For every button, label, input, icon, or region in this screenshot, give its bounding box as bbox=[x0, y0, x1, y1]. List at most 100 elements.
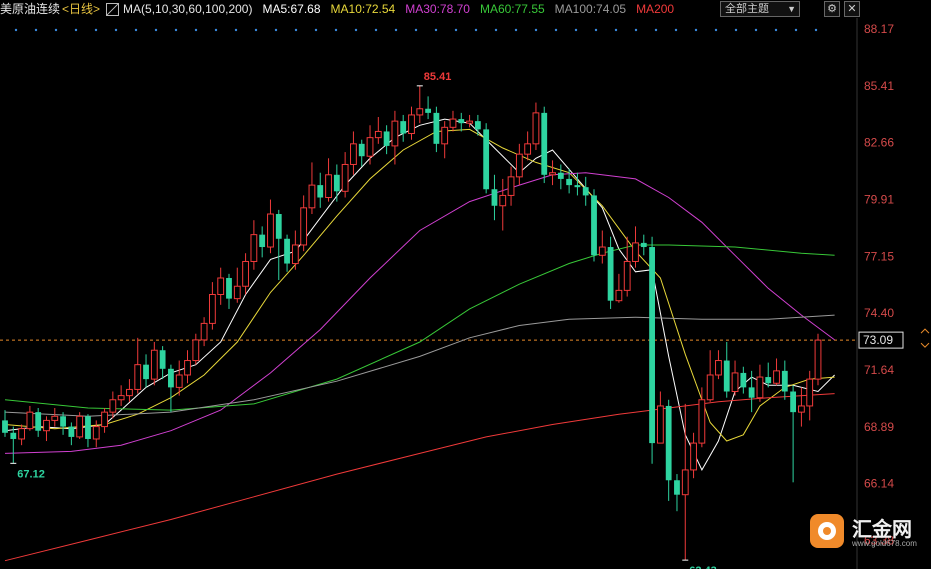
ma5-value: MA5:67.68 bbox=[262, 2, 321, 16]
chevron-down-icon: ▼ bbox=[787, 4, 796, 14]
candle-up bbox=[632, 226, 639, 268]
candle-up bbox=[814, 333, 822, 386]
candle-body bbox=[591, 195, 597, 256]
grid-dot bbox=[594, 28, 598, 32]
candle-body bbox=[76, 415, 84, 438]
candle-body bbox=[806, 378, 814, 407]
grid-dot bbox=[34, 28, 38, 32]
candle-body bbox=[507, 176, 515, 196]
close-icon: ✕ bbox=[847, 3, 857, 15]
candle-body bbox=[300, 207, 308, 246]
candle-body bbox=[2, 420, 8, 433]
theme-dropdown[interactable]: 全部主题 ▼ bbox=[720, 1, 800, 17]
candle-up bbox=[391, 110, 399, 165]
candle-up bbox=[233, 267, 241, 303]
candle-body bbox=[474, 121, 481, 130]
candle-up bbox=[615, 273, 623, 303]
settings-button[interactable]: ⚙ bbox=[824, 1, 840, 17]
grid-dot bbox=[434, 28, 438, 32]
candle-body bbox=[798, 405, 805, 413]
candle-body bbox=[200, 322, 208, 341]
grid-dot bbox=[714, 28, 718, 32]
candle-body bbox=[715, 360, 722, 376]
candle-body bbox=[68, 426, 75, 437]
grid-dot bbox=[354, 28, 358, 32]
candle-body bbox=[790, 391, 797, 413]
grid-dot bbox=[634, 28, 638, 32]
candle-up bbox=[184, 350, 191, 384]
candle-body bbox=[284, 238, 290, 264]
candle-body bbox=[35, 412, 42, 431]
theme-dropdown-label: 全部主题 bbox=[725, 3, 769, 15]
candle-body bbox=[756, 376, 764, 399]
candle-down bbox=[226, 273, 232, 309]
candle-down bbox=[591, 189, 597, 262]
logo-mark-icon bbox=[810, 514, 844, 548]
candle-down bbox=[582, 176, 589, 206]
candle-body bbox=[740, 372, 747, 388]
candle-body bbox=[598, 246, 606, 256]
candle-up bbox=[731, 360, 739, 396]
timeframe-label[interactable]: <日线> bbox=[62, 0, 100, 18]
candle-body bbox=[117, 395, 125, 401]
candle-down bbox=[383, 125, 390, 155]
candle-body bbox=[233, 285, 241, 300]
candle-down bbox=[259, 226, 266, 258]
grid-dot bbox=[74, 28, 78, 32]
candle-up bbox=[706, 350, 714, 402]
candle-body bbox=[632, 242, 639, 262]
candle-up bbox=[366, 125, 374, 165]
grid-dot bbox=[454, 28, 458, 32]
grid-dot bbox=[734, 28, 738, 32]
y-tick-label: 79.91 bbox=[864, 192, 894, 206]
candle-up bbox=[341, 152, 349, 198]
logo-name: 汇金网 bbox=[852, 517, 912, 541]
candle-down bbox=[10, 426, 17, 464]
candle-body bbox=[681, 469, 689, 496]
grid-dot bbox=[294, 28, 298, 32]
candle-down bbox=[640, 234, 647, 256]
candle-body bbox=[491, 189, 498, 206]
grid-dot bbox=[374, 28, 378, 32]
candle-up bbox=[623, 236, 631, 297]
candle-up bbox=[117, 385, 125, 406]
candle-body bbox=[582, 187, 589, 196]
candle-body bbox=[441, 126, 449, 145]
candle-layer bbox=[2, 85, 822, 561]
candle-up bbox=[325, 158, 332, 202]
candle-body bbox=[574, 185, 581, 188]
candle-body bbox=[374, 130, 382, 139]
candle-body bbox=[208, 294, 216, 324]
candle-up bbox=[549, 160, 556, 186]
y-tick-label: 77.15 bbox=[864, 249, 894, 263]
close-button[interactable]: ✕ bbox=[844, 1, 860, 17]
candle-body bbox=[449, 118, 457, 128]
left-low-marker-label: 67.12 bbox=[17, 468, 45, 480]
candle-body bbox=[51, 415, 59, 421]
candle-up bbox=[416, 85, 424, 124]
candle-body bbox=[408, 114, 415, 135]
candle-body bbox=[706, 374, 714, 401]
candle-body bbox=[250, 234, 258, 262]
candle-up bbox=[242, 253, 249, 295]
candle-body bbox=[748, 387, 755, 398]
candle-body bbox=[698, 399, 706, 444]
candle-body bbox=[275, 214, 282, 239]
candle-up bbox=[715, 350, 722, 380]
candle-body bbox=[85, 416, 91, 439]
candle-body bbox=[532, 112, 540, 145]
indicator-icon[interactable] bbox=[106, 2, 120, 16]
candle-body bbox=[126, 388, 133, 397]
grid-dot bbox=[494, 28, 498, 32]
candle-body bbox=[308, 184, 316, 209]
low-marker-label: 62.43 bbox=[689, 565, 717, 569]
ma100-value: MA100:74.05 bbox=[554, 2, 627, 16]
candle-body bbox=[656, 405, 664, 444]
grid-dot bbox=[794, 28, 798, 32]
candle-down bbox=[607, 236, 614, 309]
grid-dot bbox=[534, 28, 538, 32]
symbol-label[interactable]: 美原油连续 bbox=[0, 0, 60, 18]
gear-icon: ⚙ bbox=[827, 3, 837, 15]
candle-body bbox=[674, 480, 680, 495]
candle-body bbox=[383, 131, 390, 146]
